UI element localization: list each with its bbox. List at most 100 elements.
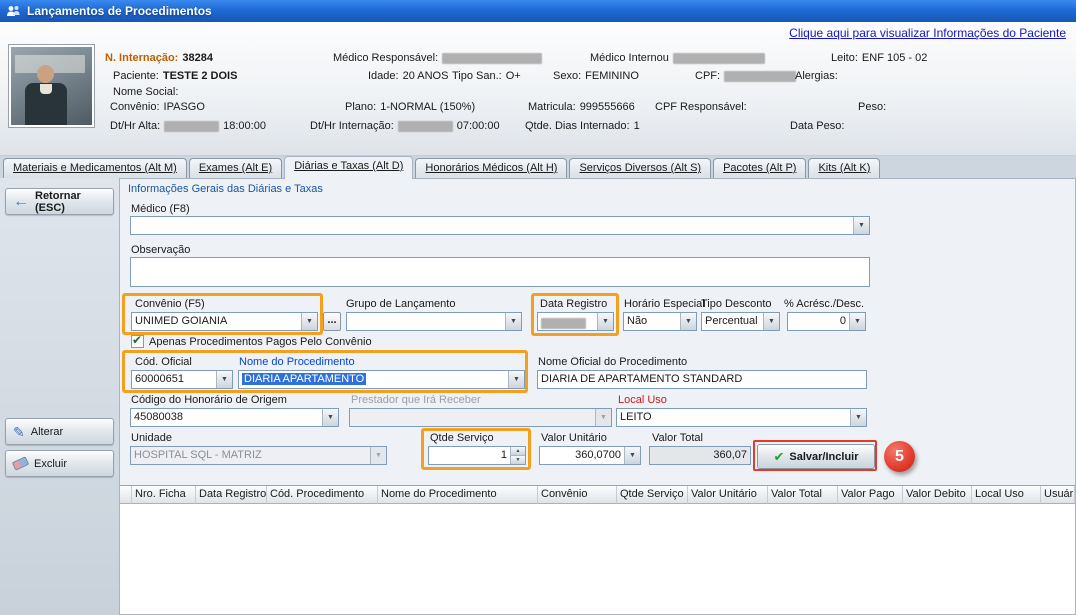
data-registro-label: Data Registro: [540, 298, 607, 310]
qtde-servico-spinner[interactable]: 1 ▲▼: [428, 446, 526, 465]
tab-honorarios-medicos[interactable]: Honorários Médicos (Alt H): [415, 158, 567, 178]
field-sexo: Sexo: FEMININO: [553, 70, 639, 82]
tipo-san-label: Tipo San.:: [452, 70, 502, 82]
tab-servicos-diversos[interactable]: Serviços Diversos (Alt S): [569, 158, 711, 178]
dropdown-arrow-icon[interactable]: ▼: [301, 313, 317, 330]
matricula-value: 999555666: [580, 101, 635, 113]
paciente-value: TESTE 2 DOIS: [163, 70, 238, 82]
dropdown-arrow-icon[interactable]: ▼: [216, 371, 232, 388]
qtde-dias-value: 1: [634, 120, 640, 132]
grid-header-convenio[interactable]: Convênio: [538, 486, 617, 504]
peso-label: Peso:: [858, 101, 886, 113]
qtde-dias-label: Qtde. Dias Internado:: [525, 120, 630, 132]
apenas-pagos-checkbox[interactable]: ✔: [131, 335, 144, 348]
alterar-button-label: Alterar: [31, 426, 63, 438]
qtde-servico-value: 1: [429, 447, 510, 464]
retornar-button[interactable]: ← Retornar (ESC): [5, 188, 114, 215]
local-uso-combobox[interactable]: LEITO ▼: [616, 408, 867, 427]
nome-procedimento-combobox[interactable]: DIARIA APARTAMENTO ▼: [238, 370, 525, 389]
dropdown-arrow-icon[interactable]: ▼: [508, 371, 524, 388]
nome-oficial-field[interactable]: DIARIA DE APARTAMENTO STANDARD: [537, 370, 867, 389]
cod-honorario-combobox[interactable]: 45080038 ▼: [130, 408, 339, 427]
grid-header-qtde-servico[interactable]: Qtde Serviço: [617, 486, 688, 504]
grid-header-indicator[interactable]: [120, 486, 132, 504]
dropdown-arrow-icon[interactable]: ▼: [763, 313, 779, 330]
grid-body[interactable]: [120, 504, 1075, 614]
tab-label: Diárias e Taxas (Alt D): [294, 160, 403, 172]
excluir-button-label: Excluir: [34, 458, 67, 470]
tab-diarias-e-taxas[interactable]: Diárias e Taxas (Alt D): [284, 156, 413, 179]
valor-unitario-combobox[interactable]: 360,0700 ▼: [539, 446, 641, 465]
valor-unitario-value: 360,0700: [540, 447, 624, 464]
grid-header-data-registro[interactable]: Data Registro: [196, 486, 267, 504]
diarias-taxas-panel: Informações Gerais das Diárias e Taxas M…: [119, 178, 1076, 615]
data-registro-combobox[interactable]: ▼: [537, 312, 614, 331]
unidade-label: Unidade: [131, 432, 172, 444]
leito-label: Leito:: [831, 52, 858, 64]
cod-oficial-value: 60000651: [132, 371, 216, 388]
convenio-combobox[interactable]: UNIMED GOIANIA ▼: [131, 312, 318, 331]
patient-info-link[interactable]: Clique aqui para visualizar Informações …: [789, 26, 1066, 40]
tab-exames[interactable]: Exames (Alt E): [189, 158, 282, 178]
acresc-desc-value: 0: [788, 313, 849, 330]
prestador-combobox: ▼: [349, 408, 612, 427]
field-cpf: CPF:: [695, 70, 796, 82]
grid-header-cod-procedimento[interactable]: Cód. Procedimento: [267, 486, 378, 504]
local-uso-value: LEITO: [617, 409, 850, 426]
dropdown-arrow-icon[interactable]: ▼: [624, 447, 640, 464]
grid-header-usuario[interactable]: Usuári: [1041, 486, 1075, 504]
salvar-incluir-button[interactable]: ✔ Salvar/Incluir: [757, 444, 875, 469]
spinner-buttons: ▲▼: [510, 447, 525, 464]
apenas-pagos-row[interactable]: ✔ Apenas Procedimentos Pagos Pelo Convên…: [131, 335, 372, 348]
field-data-peso: Data Peso:: [790, 120, 844, 132]
dropdown-arrow-icon[interactable]: ▼: [597, 313, 613, 330]
excluir-button[interactable]: Excluir: [5, 450, 114, 477]
annotation-step-badge: 5: [884, 441, 915, 472]
redacted-value: [442, 53, 542, 64]
observacao-label: Observação: [131, 244, 190, 256]
tab-pacotes[interactable]: Pacotes (Alt P): [713, 158, 806, 178]
tipo-san-value: O+: [506, 70, 521, 82]
cod-oficial-combobox[interactable]: 60000651 ▼: [131, 370, 233, 389]
grid-header-valor-pago[interactable]: Valor Pago: [838, 486, 903, 504]
acresc-desc-combobox[interactable]: 0 ▼: [787, 312, 866, 331]
cpf-label: CPF:: [695, 70, 720, 82]
medico-combobox[interactable]: ▼: [130, 216, 870, 235]
grid-header-nome-procedimento[interactable]: Nome do Procedimento: [378, 486, 538, 504]
tab-label: Kits (Alt K): [818, 162, 870, 174]
dropdown-arrow-icon[interactable]: ▼: [849, 313, 865, 330]
tab-materiais-e-medicamentos[interactable]: Materiais e Medicamentos (Alt M): [3, 158, 187, 178]
spin-down-icon[interactable]: ▼: [511, 455, 525, 464]
dropdown-arrow-icon[interactable]: ▼: [853, 217, 869, 234]
dropdown-arrow-icon[interactable]: ▼: [680, 313, 696, 330]
dropdown-arrow-icon[interactable]: ▼: [505, 313, 521, 330]
tab-kits[interactable]: Kits (Alt K): [808, 158, 880, 178]
alterar-button[interactable]: ✎ Alterar: [5, 418, 114, 445]
grid-header-valor-unitario[interactable]: Valor Unitário: [688, 486, 768, 504]
horario-especial-combobox[interactable]: Não ▼: [623, 312, 697, 331]
convenio-lookup-button[interactable]: ...: [323, 312, 341, 331]
plano-label: Plano:: [345, 101, 376, 113]
section-title: Informações Gerais das Diárias e Taxas: [128, 183, 323, 195]
prestador-label: Prestador que Irá Receber: [351, 394, 481, 406]
local-uso-label: Local Uso: [618, 394, 667, 406]
procedimentos-grid: Nro. Ficha Data Registro Cód. Procedimen…: [120, 485, 1075, 614]
grid-header-valor-debito[interactable]: Valor Debito: [903, 486, 972, 504]
tipo-desconto-combobox[interactable]: Percentual ▼: [701, 312, 780, 331]
grupo-lancamento-combobox[interactable]: ▼: [346, 312, 522, 331]
valor-unitario-label: Valor Unitário: [541, 432, 607, 444]
dropdown-arrow-icon[interactable]: ▼: [850, 409, 866, 426]
grid-header-local-uso[interactable]: Local Uso: [972, 486, 1041, 504]
dropdown-arrow-icon[interactable]: ▼: [322, 409, 338, 426]
salvar-incluir-label: Salvar/Incluir: [789, 451, 858, 463]
spin-up-icon[interactable]: ▲: [511, 447, 525, 455]
horario-especial-label: Horário Especial: [624, 298, 705, 310]
retornar-button-label: Retornar (ESC): [35, 190, 106, 214]
observacao-input[interactable]: [130, 257, 870, 287]
cod-honorario-value: 45080038: [131, 409, 322, 426]
grid-header-valor-total[interactable]: Valor Total: [768, 486, 838, 504]
grid-header-nro-ficha[interactable]: Nro. Ficha: [132, 486, 196, 504]
medico-internou-label: Médico Internou: [590, 52, 669, 64]
field-nome-social: Nome Social:: [113, 86, 178, 98]
pencil-icon: ✎: [13, 425, 25, 439]
